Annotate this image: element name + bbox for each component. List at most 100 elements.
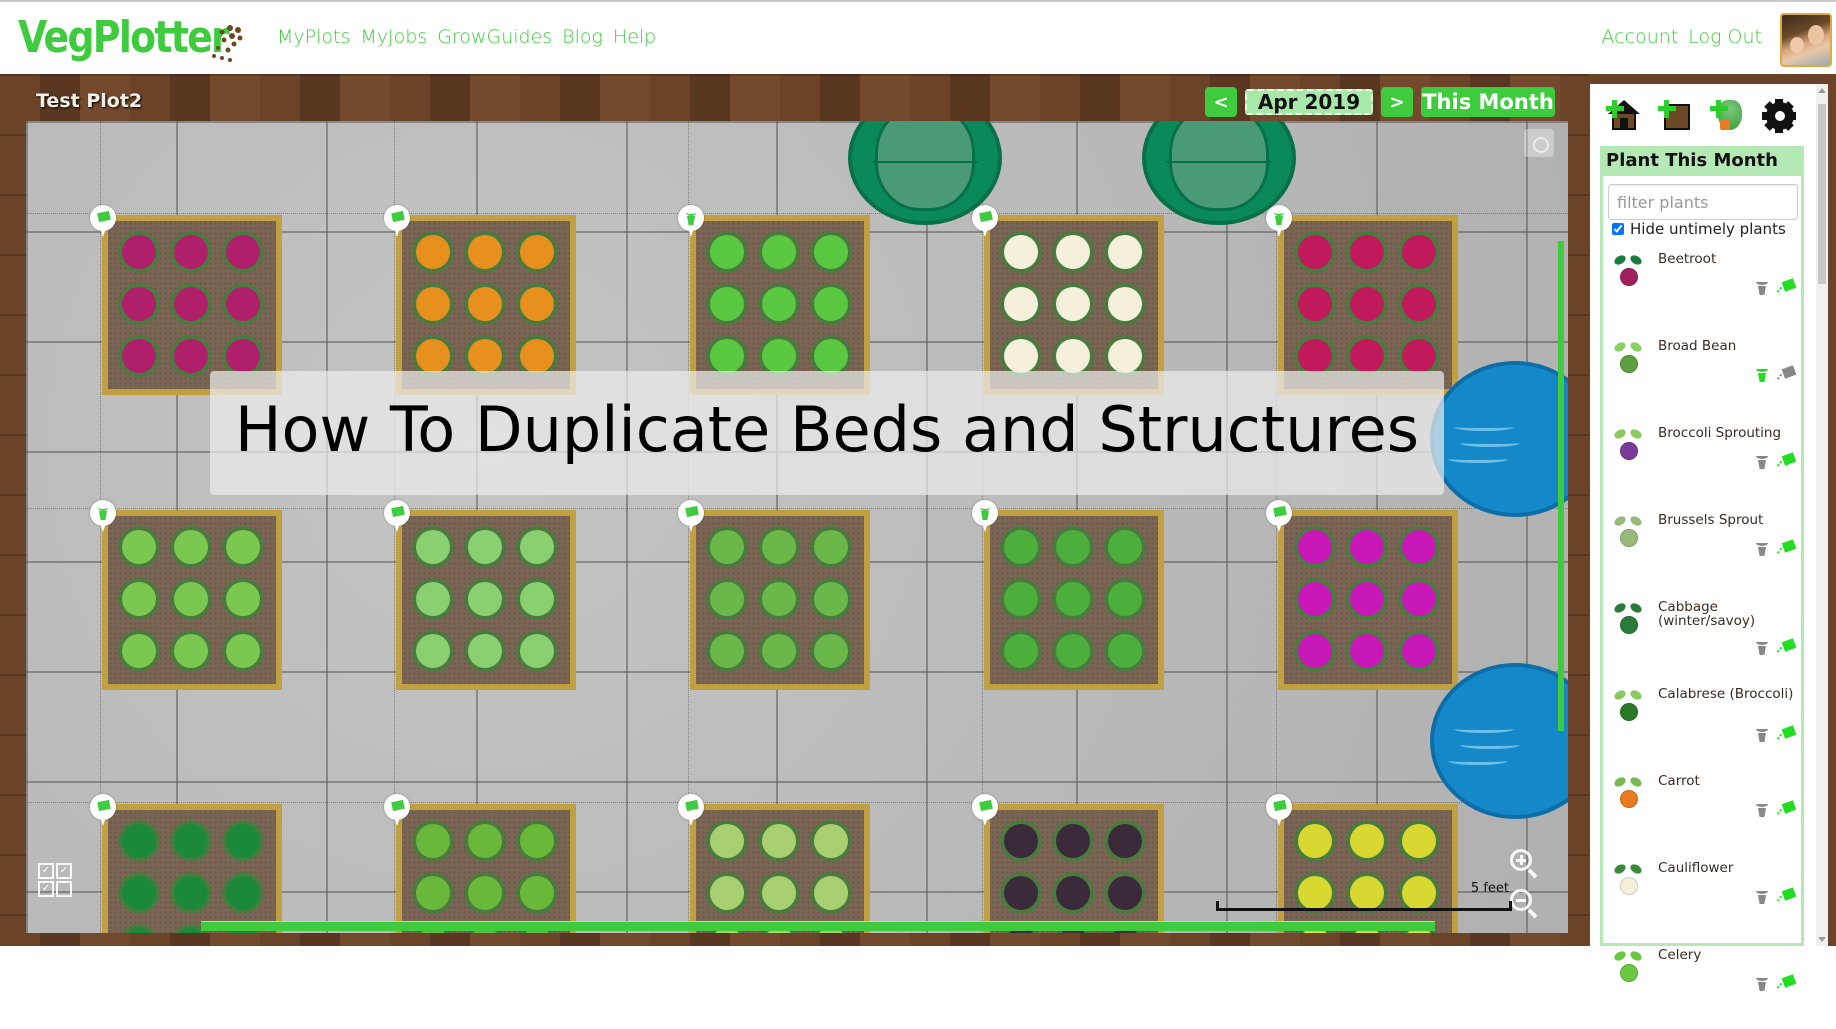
sow-seed-packet-icon[interactable]: [1776, 539, 1797, 557]
sow-marker-icon[interactable]: [384, 205, 410, 239]
plant-actions: [1754, 638, 1797, 656]
nav-myplots[interactable]: MyPlots: [277, 26, 350, 48]
bed-lettuce[interactable]: [690, 510, 870, 690]
sow-marker-icon[interactable]: [972, 205, 998, 239]
hide-untimely-checkbox[interactable]: [1612, 223, 1624, 235]
vertical-scrollbar[interactable]: [1558, 241, 1564, 731]
add-structure-button[interactable]: [1606, 98, 1640, 132]
plant-list-item[interactable]: Beetroot: [1606, 246, 1802, 333]
scroll-thumb[interactable]: [1818, 104, 1826, 284]
plant-list-item[interactable]: Brussels Sprout: [1606, 507, 1802, 594]
blackberry-plant: [1108, 876, 1142, 910]
transplant-icon[interactable]: [1754, 452, 1770, 470]
transplant-icon[interactable]: [1754, 539, 1770, 557]
sow-seed-packet-icon[interactable]: [1776, 365, 1797, 383]
transplant-icon[interactable]: [1754, 725, 1770, 743]
bed-radicchio[interactable]: [1278, 215, 1458, 395]
bed-kale[interactable]: [102, 804, 282, 933]
bed-turnip[interactable]: [1278, 510, 1458, 690]
sow-seed-packet-icon[interactable]: [1776, 800, 1797, 818]
sow-marker-icon[interactable]: [384, 794, 410, 828]
multi-select-icon[interactable]: ✓ ✓ ✓: [38, 863, 72, 897]
bed-carrot[interactable]: [396, 215, 576, 395]
transplant-marker-icon[interactable]: [90, 500, 116, 534]
avatar[interactable]: [1780, 13, 1832, 67]
sow-seed-packet-icon[interactable]: [1776, 638, 1797, 656]
sow-seed-packet-icon[interactable]: [1776, 974, 1797, 992]
this-month-button[interactable]: This Month: [1421, 87, 1555, 117]
plant-list-item[interactable]: Calabrese (Broccoli): [1606, 681, 1802, 768]
zoom-out-icon[interactable]: [1510, 889, 1540, 919]
sow-marker-icon[interactable]: [1266, 794, 1292, 828]
sow-seed-packet-icon[interactable]: [1776, 725, 1797, 743]
leek-plant: [520, 634, 554, 668]
bed-beetroot[interactable]: [102, 215, 282, 395]
transplant-icon[interactable]: [1754, 887, 1770, 905]
plant-list-item[interactable]: Cauliflower: [1606, 855, 1802, 942]
transplant-icon[interactable]: [1754, 800, 1770, 818]
nav-logout[interactable]: Log Out: [1688, 26, 1762, 48]
bed-spinach[interactable]: [102, 510, 282, 690]
sow-seed-packet-icon[interactable]: [1776, 452, 1797, 470]
panel-scrollbar[interactable]: [1816, 84, 1828, 946]
sow-marker-icon[interactable]: [384, 500, 410, 534]
nav-growguides[interactable]: GrowGuides: [437, 26, 552, 48]
transplant-marker-icon[interactable]: [678, 205, 704, 239]
scroll-up-icon[interactable]: [1818, 88, 1826, 93]
nav-blog[interactable]: Blog: [562, 26, 603, 48]
sow-marker-icon[interactable]: [678, 794, 704, 828]
sow-seed-packet-icon[interactable]: [1776, 887, 1797, 905]
current-month[interactable]: Apr 2019: [1245, 89, 1373, 115]
filter-plants-input[interactable]: [1608, 184, 1798, 220]
hide-untimely-toggle[interactable]: Hide untimely plants: [1612, 220, 1786, 238]
prev-month-button[interactable]: <: [1205, 87, 1237, 117]
zoom-in-icon[interactable]: [1510, 849, 1540, 879]
transplant-icon[interactable]: [1754, 278, 1770, 296]
plant-list-item[interactable]: Carrot: [1606, 768, 1802, 855]
transplant-icon[interactable]: [1754, 365, 1770, 383]
add-plant-button[interactable]: [1710, 98, 1744, 132]
sow-marker-icon[interactable]: [90, 794, 116, 828]
plant-list-item[interactable]: Broccoli Sprouting: [1606, 420, 1802, 507]
settings-button[interactable]: [1762, 98, 1796, 133]
bed-cabbage[interactable]: [984, 510, 1164, 690]
bed-blackberry[interactable]: [984, 804, 1164, 933]
celery-plant: [762, 287, 796, 321]
transplant-marker-icon[interactable]: [1266, 205, 1292, 239]
nav-myjobs[interactable]: MyJobs: [360, 26, 427, 48]
tool-row: [1606, 98, 1796, 133]
sow-seed-packet-icon[interactable]: [1776, 278, 1797, 296]
sow-marker-icon[interactable]: [90, 205, 116, 239]
bed-cauliflower[interactable]: [984, 215, 1164, 395]
barrel-rim: [872, 160, 978, 163]
transplant-marker-icon[interactable]: [972, 500, 998, 534]
sow-marker-icon[interactable]: [972, 794, 998, 828]
add-bed-button[interactable]: [1658, 98, 1692, 132]
bed-gooseberry[interactable]: [1278, 804, 1458, 933]
sow-marker-icon[interactable]: [1266, 500, 1292, 534]
nav-help[interactable]: Help: [613, 26, 656, 48]
bed-chard[interactable]: [690, 804, 870, 933]
bed-leek[interactable]: [396, 510, 576, 690]
plant-list-item[interactable]: Broad Bean: [1606, 333, 1802, 420]
bed-onion[interactable]: [396, 804, 576, 933]
sow-marker-icon[interactable]: [678, 500, 704, 534]
next-month-button[interactable]: >: [1381, 87, 1413, 117]
plant-list-item[interactable]: Celery: [1606, 942, 1802, 1029]
garden-canvas[interactable]: How To Duplicate Beds and Structures 5 f…: [26, 121, 1568, 933]
plant-thumbnail-icon: [1610, 427, 1646, 464]
beetroot-plant: [226, 287, 260, 321]
turnip-plant: [1298, 530, 1332, 564]
transplant-icon[interactable]: [1754, 974, 1770, 992]
transplant-icon[interactable]: [1754, 638, 1770, 656]
nav-account[interactable]: Account: [1602, 26, 1679, 48]
chard-plant: [814, 824, 848, 858]
horizontal-scrollbar[interactable]: [201, 921, 1435, 931]
lettuce-plant: [814, 530, 848, 564]
scroll-down-icon[interactable]: [1818, 937, 1826, 942]
bed-celery[interactable]: [690, 215, 870, 395]
gooseberry-plant: [1350, 824, 1384, 858]
logo[interactable]: VegPlotter: [18, 12, 230, 63]
plant-list-item[interactable]: Cabbage (winter/savoy): [1606, 594, 1802, 681]
camera-icon[interactable]: [1524, 129, 1554, 157]
